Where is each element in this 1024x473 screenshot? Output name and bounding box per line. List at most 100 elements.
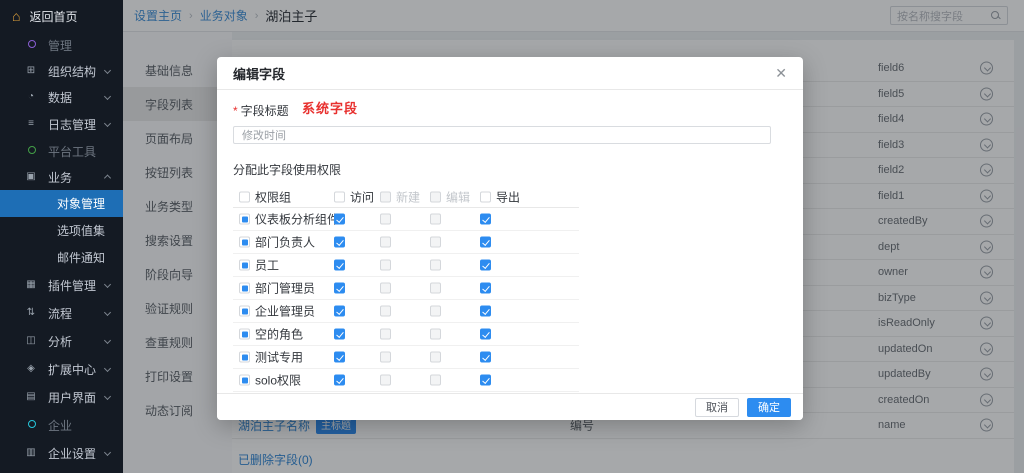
access-checkbox[interactable] [334, 260, 345, 271]
sidebar-item-shuju[interactable]: ◔ 数据 [0, 84, 123, 110]
access-checkbox[interactable] [334, 214, 345, 225]
group-checkbox[interactable] [239, 283, 250, 294]
modal-header: 编辑字段 ✕ [217, 57, 803, 90]
chevron-down-icon [104, 337, 111, 344]
edit-checkbox [430, 260, 441, 271]
system-field-annotation: 系统字段 [302, 98, 358, 117]
sidebar-subitem-youjiantongzhi[interactable]: 邮件通知 [0, 244, 123, 271]
flow-icon: ⇅ [25, 308, 37, 318]
access-all-checkbox[interactable] [334, 192, 345, 203]
access-checkbox[interactable] [334, 306, 345, 317]
export-checkbox[interactable] [480, 352, 491, 363]
edit-checkbox [430, 375, 441, 386]
export-checkbox[interactable] [480, 329, 491, 340]
circle-icon [25, 420, 37, 431]
edit-checkbox [430, 306, 441, 317]
sidebar-item-xitonganquan[interactable]: ◉ 系统安全 [0, 467, 123, 473]
create-checkbox [380, 283, 391, 294]
create-checkbox [380, 260, 391, 271]
chevron-down-icon [104, 309, 111, 316]
group-checkbox[interactable] [239, 352, 250, 363]
export-checkbox[interactable] [480, 237, 491, 248]
permission-table: 权限组 访问 新建 编辑 导出 仪表板分析组件 部门负责人 [233, 187, 579, 408]
export-checkbox[interactable] [480, 214, 491, 225]
create-checkbox [380, 329, 391, 340]
sidebar-item-yewu[interactable]: ▣ 业务 [0, 164, 123, 190]
home-icon: ⌂ [12, 9, 20, 23]
edit-checkbox [430, 352, 441, 363]
edit-all-checkbox [430, 192, 441, 203]
permission-row: 员工 [233, 254, 579, 277]
export-checkbox[interactable] [480, 306, 491, 317]
group-checkbox[interactable] [239, 214, 250, 225]
close-icon[interactable]: ✕ [775, 66, 787, 80]
sidebar-item-zuzhijiegou[interactable]: ⊞ 组织结构 [0, 58, 123, 84]
sidebar-item-rizhiguanli[interactable]: ≡ 日志管理 [0, 110, 123, 138]
edit-checkbox [430, 214, 441, 225]
access-checkbox[interactable] [334, 237, 345, 248]
clock-icon: ◔ [25, 92, 37, 102]
permission-row: solo权限 [233, 369, 579, 392]
sidebar-subitem-xuanxiangzhiji[interactable]: 选项值集 [0, 217, 123, 244]
layout-icon: ▤ [25, 392, 37, 402]
sidebar-item-pingtaigongju[interactable]: 平台工具 [0, 138, 123, 164]
sidebar-item-liucheng[interactable]: ⇅ 流程 [0, 299, 123, 327]
create-checkbox [380, 352, 391, 363]
export-checkbox[interactable] [480, 283, 491, 294]
chevron-down-icon [104, 393, 111, 400]
perm-section-title: 分配此字段使用权限 [233, 161, 787, 178]
sidebar-item-fenxi[interactable]: ◫ 分析 [0, 327, 123, 355]
sidebar-item-guanli[interactable]: 管理 [0, 32, 123, 58]
permission-row: 部门负责人 [233, 231, 579, 254]
create-checkbox [380, 306, 391, 317]
export-checkbox[interactable] [480, 260, 491, 271]
app: ⌂ 返回首页 管理 ⊞ 组织结构 ◔ 数据 ≡ 日志管理 平台工具 ▣ 业务 对… [0, 0, 1024, 473]
create-checkbox [380, 214, 391, 225]
sidebar-home[interactable]: ⌂ 返回首页 [0, 0, 123, 32]
group-checkbox[interactable] [239, 375, 250, 386]
sidebar-item-kuozhanzhongxin[interactable]: ◈ 扩展中心 [0, 355, 123, 383]
cancel-button[interactable]: 取消 [695, 398, 739, 417]
circle-icon [25, 40, 37, 51]
ok-button[interactable]: 确定 [747, 398, 791, 417]
permission-row: 企业管理员 [233, 300, 579, 323]
access-checkbox[interactable] [334, 329, 345, 340]
group-checkbox[interactable] [239, 329, 250, 340]
permission-table-header: 权限组 访问 新建 编辑 导出 [233, 187, 579, 208]
field-title-input[interactable]: 修改时间 [233, 126, 771, 144]
group-checkbox[interactable] [239, 237, 250, 248]
sidebar-item-qiyeshezhi[interactable]: ▥ 企业设置 [0, 439, 123, 467]
permission-row: 部门管理员 [233, 277, 579, 300]
export-checkbox[interactable] [480, 375, 491, 386]
sidebar-item-yonghujiemian[interactable]: ▤ 用户界面 [0, 383, 123, 411]
create-checkbox [380, 237, 391, 248]
create-all-checkbox [380, 192, 391, 203]
select-all-checkbox[interactable] [239, 192, 250, 203]
access-checkbox[interactable] [334, 283, 345, 294]
modal-title: 编辑字段 [233, 64, 285, 83]
chevron-down-icon [104, 93, 111, 100]
export-all-checkbox[interactable] [480, 192, 491, 203]
sidebar-item-chajianguanli[interactable]: ▦ 插件管理 [0, 271, 123, 299]
chevron-down-icon [104, 365, 111, 372]
group-checkbox[interactable] [239, 306, 250, 317]
group-checkbox[interactable] [239, 260, 250, 271]
building-icon: ▥ [25, 448, 37, 458]
permission-row: 测试专用 [233, 346, 579, 369]
permission-list: 仪表板分析组件 部门负责人 员工 [233, 208, 579, 408]
chevron-down-icon [104, 449, 111, 456]
chevron-down-icon [104, 67, 111, 74]
briefcase-icon: ▣ [25, 172, 37, 182]
permission-row: 仪表板分析组件 [233, 208, 579, 231]
sidebar: ⌂ 返回首页 管理 ⊞ 组织结构 ◔ 数据 ≡ 日志管理 平台工具 ▣ 业务 对… [0, 0, 123, 473]
sidebar-subitem-duixiangguanli[interactable]: 对象管理 [0, 190, 123, 217]
modal-footer: 取消 确定 [217, 393, 803, 420]
access-checkbox[interactable] [334, 375, 345, 386]
access-checkbox[interactable] [334, 352, 345, 363]
edit-checkbox [430, 329, 441, 340]
grid-icon: ▦ [25, 280, 37, 290]
chevron-down-icon [104, 281, 111, 288]
list-icon: ≡ [25, 119, 37, 129]
circle-icon [25, 146, 37, 157]
sidebar-item-qiye[interactable]: 企业 [0, 411, 123, 439]
